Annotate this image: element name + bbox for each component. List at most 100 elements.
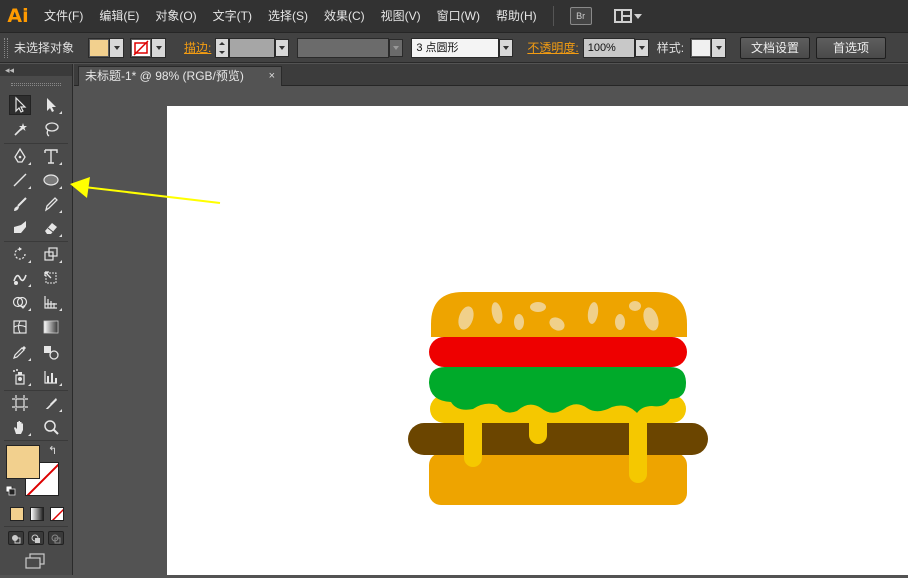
hamburger-artwork[interactable] (167, 106, 908, 575)
pen-tool-button[interactable] (9, 146, 31, 166)
pencil-tool-button[interactable] (40, 194, 62, 214)
screen-mode-button[interactable] (24, 553, 46, 569)
shape-builder-tool-button[interactable] (9, 292, 31, 312)
draw-inside-button[interactable] (48, 531, 64, 545)
menu-effect[interactable]: 效果(C) (316, 0, 373, 33)
brush-definition-dropdown[interactable]: 3 点圆形 (411, 37, 514, 58)
width-profile-field[interactable] (297, 37, 390, 58)
chevron-down-icon[interactable] (499, 38, 514, 57)
workspace-switcher-button[interactable] (613, 9, 642, 23)
magic-wand-tool-button[interactable] (9, 119, 31, 139)
patty[interactable] (408, 423, 708, 455)
menu-help[interactable]: 帮助(H) (488, 0, 545, 33)
stroke-color-dropdown[interactable] (130, 37, 167, 58)
rotate-tool-button[interactable] (9, 244, 31, 264)
menu-view[interactable]: 视图(V) (373, 0, 429, 33)
color-mode-button[interactable] (10, 507, 24, 521)
brush-definition-field[interactable]: 3 点圆形 (411, 37, 500, 58)
tools-divider (4, 526, 68, 527)
lettuce[interactable] (429, 367, 686, 413)
slice-tool-icon (44, 398, 57, 410)
menu-window[interactable]: 窗口(W) (429, 0, 488, 33)
stroke-weight-field[interactable] (215, 37, 290, 58)
blob-brush-tool-button[interactable] (9, 218, 31, 238)
fill-swatch-front[interactable] (6, 445, 40, 479)
screen-mode-icon (25, 553, 45, 569)
menu-file[interactable]: 文件(F) (36, 0, 91, 33)
opacity-dropdown[interactable]: 100% (582, 37, 649, 58)
warp-tool-button[interactable] (9, 268, 31, 288)
flyout-indicator (59, 210, 62, 213)
stroke-weight-input[interactable] (229, 37, 276, 58)
default-colors-icon[interactable] (5, 485, 16, 496)
gradient-mode-button[interactable] (30, 507, 44, 521)
perspective-grid-tool-button[interactable] (40, 292, 62, 312)
artboard[interactable] (167, 106, 908, 575)
direct-selection-tool-button[interactable] (40, 95, 62, 115)
menu-object[interactable]: 对象(O) (147, 0, 204, 33)
none-mode-button[interactable] (50, 507, 64, 521)
zoom-tool-button[interactable] (40, 417, 62, 437)
gradient-tool-icon (43, 320, 59, 334)
preferences-button[interactable]: 首选项 (816, 36, 887, 59)
pen-tool-icon (14, 147, 26, 163)
variable-width-profile-dropdown[interactable] (297, 37, 404, 58)
swap-colors-icon[interactable]: ↰ (48, 444, 57, 457)
scale-tool-button[interactable] (40, 244, 62, 264)
chevron-down-icon (109, 38, 124, 57)
slice-tool-button[interactable] (40, 393, 62, 413)
menu-edit[interactable]: 编辑(E) (91, 0, 147, 33)
flyout-indicator (28, 433, 31, 436)
bridge-button[interactable]: Br (569, 7, 592, 25)
lasso-tool-button[interactable] (40, 119, 62, 139)
document-setup-button[interactable]: 文档设置 (740, 36, 811, 59)
document-tab[interactable]: 未标题-1* @ 98% (RGB/预览) × (78, 66, 282, 86)
artboard-tool-button[interactable] (9, 393, 31, 413)
flyout-indicator (59, 409, 62, 412)
paintbrush-tool-icon (14, 197, 27, 211)
chevron-down-icon (633, 13, 642, 19)
fill-color-dropdown[interactable] (88, 37, 125, 58)
canvas-area[interactable] (74, 87, 908, 575)
perspective-grid-tool-icon (44, 296, 57, 309)
line-segment-tool-icon (13, 173, 27, 187)
menu-select[interactable]: 选择(S) (260, 0, 316, 33)
hand-tool-button[interactable] (9, 417, 31, 437)
mesh-tool-button[interactable] (9, 317, 31, 337)
opacity-label[interactable]: 不透明度: (523, 39, 582, 56)
flyout-indicator (28, 260, 31, 263)
stroke-weight-stepper[interactable] (215, 37, 230, 58)
chevron-down-icon[interactable] (275, 38, 290, 57)
stroke-label[interactable]: 描边: (180, 39, 215, 56)
type-tool-button[interactable] (40, 146, 62, 166)
line-segment-tool-button[interactable] (9, 170, 31, 190)
tools-panel-grip[interactable] (0, 76, 72, 92)
draw-normal-button[interactable] (8, 531, 24, 545)
tools-divider (4, 143, 68, 144)
flyout-indicator (28, 186, 31, 189)
chevron-down-icon[interactable] (634, 38, 649, 57)
free-transform-tool-icon (44, 271, 57, 284)
gradient-tool-button[interactable] (40, 317, 62, 337)
draw-behind-button[interactable] (28, 531, 44, 545)
tools-panel-collapse-button[interactable]: ◂◂ (0, 64, 72, 76)
opacity-input[interactable]: 100% (582, 37, 635, 58)
tomato-slice[interactable] (429, 337, 687, 367)
artboard-tool-icon (12, 395, 28, 411)
column-graph-tool-button[interactable] (40, 367, 62, 387)
menu-type[interactable]: 文字(T) (205, 0, 260, 33)
paintbrush-tool-button[interactable] (9, 194, 31, 214)
symbol-sprayer-tool-button[interactable] (9, 367, 31, 387)
blend-tool-button[interactable] (40, 342, 62, 362)
selection-tool-button[interactable] (9, 95, 31, 115)
ellipse-tool-button[interactable] (40, 170, 62, 190)
chevron-down-icon[interactable] (389, 38, 404, 57)
eraser-tool-button[interactable] (40, 218, 62, 238)
graphic-style-dropdown[interactable] (690, 37, 727, 58)
control-bar: 未选择对象 描边: 3 点圆形 不透明度: 100% 样式: 文档设置 首选项 (0, 33, 908, 63)
eyedropper-tool-button[interactable] (9, 342, 31, 362)
close-icon[interactable]: × (269, 67, 275, 86)
flyout-indicator (28, 284, 31, 287)
chevron-down-icon (151, 38, 166, 57)
free-transform-tool-button[interactable] (40, 268, 62, 288)
